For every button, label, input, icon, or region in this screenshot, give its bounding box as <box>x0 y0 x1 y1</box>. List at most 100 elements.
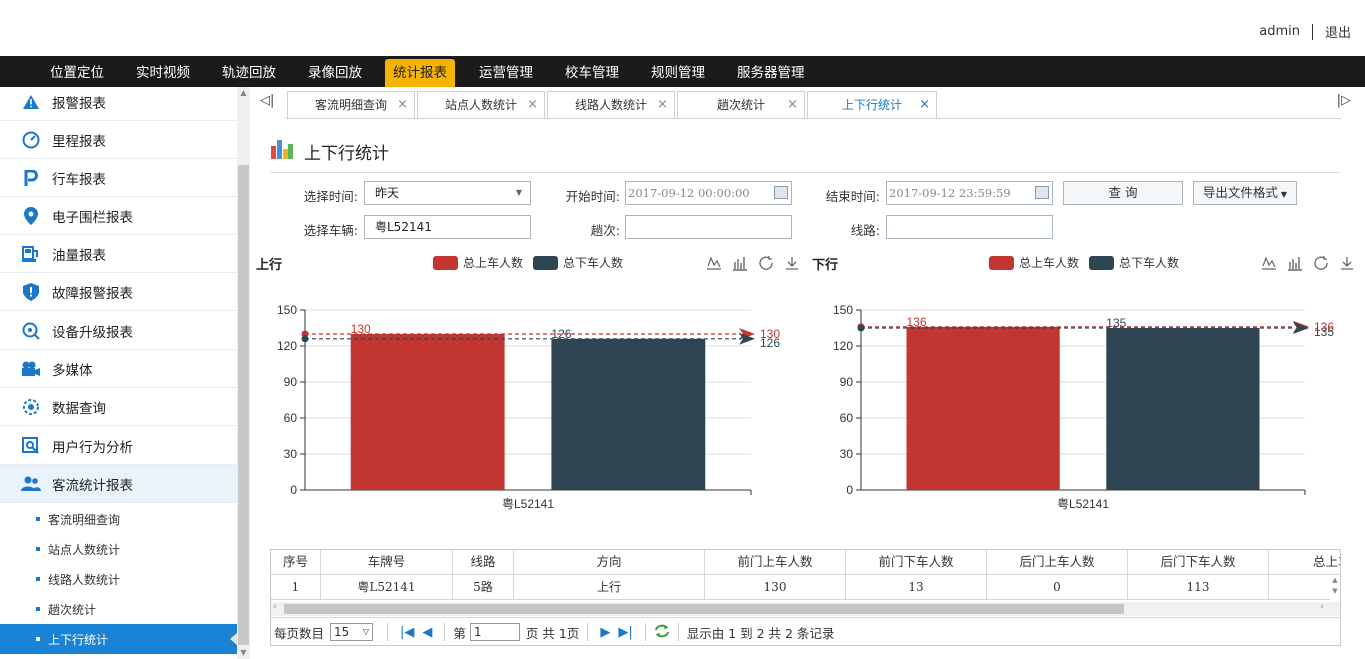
close-icon[interactable]: × <box>787 92 798 118</box>
line-chart-icon[interactable] <box>1261 255 1277 271</box>
sidebar-item-passenger-flow-report[interactable]: 客流统计报表 <box>0 465 237 503</box>
bar-chart-switch-icon[interactable] <box>1287 255 1303 271</box>
sidebar-item-fuel-report[interactable]: 油量报表 <box>0 235 237 273</box>
end-time-label: 结束时间: <box>825 189 880 204</box>
sidebar-item-multimedia[interactable]: 多媒体 <box>0 350 237 388</box>
col-header[interactable]: 后门上车人数 <box>987 550 1128 575</box>
vehicle-input[interactable]: 粤L52141 <box>364 215 531 239</box>
shield-alert-icon <box>20 282 42 302</box>
divider <box>677 623 679 641</box>
sidebar-item-user-behavior[interactable]: 用户行为分析 <box>0 427 237 465</box>
scroll-up-arrow[interactable]: ▲ <box>237 87 250 99</box>
start-time-input[interactable]: 2017-09-12 00:00:00 <box>625 181 792 205</box>
scroll-down-arrow[interactable]: ▼ <box>237 647 250 659</box>
nav-live-video[interactable]: 实时视频 <box>128 59 198 87</box>
page-size-select[interactable]: 15 ▽ <box>330 623 374 641</box>
col-header[interactable]: 前门下车人数 <box>846 550 987 575</box>
sidebar-item-label: 油量报表 <box>52 247 106 264</box>
sidebar-subitem-passenger-detail[interactable]: 客流明细查询 <box>0 504 237 534</box>
time-select[interactable]: 昨天 ▼ <box>364 181 531 205</box>
col-header[interactable]: 序号 <box>271 550 321 575</box>
sidebar-item-fault-alarm-report[interactable]: 故障报警报表 <box>0 273 237 311</box>
tab-station-count[interactable]: 站点人数统计 × <box>417 91 545 119</box>
close-icon[interactable]: × <box>919 92 930 118</box>
nav-statistics[interactable]: 统计报表 <box>385 59 455 87</box>
nav-location[interactable]: 位置定位 <box>42 59 112 87</box>
data-label: 126 <box>551 327 571 341</box>
scroll-left-arrow[interactable]: ‹ <box>273 602 277 612</box>
bar-chart-switch-icon[interactable] <box>732 255 748 271</box>
table-row[interactable]: 1 粤L52141 5路 上行 130 13 0 113 ▲ ▼ <box>271 575 1340 600</box>
close-icon[interactable]: × <box>527 92 538 118</box>
trip-input[interactable] <box>625 215 792 239</box>
route-input[interactable] <box>886 215 1053 239</box>
scrollbar-thumb[interactable] <box>238 165 249 645</box>
download-icon[interactable] <box>1339 255 1355 271</box>
tab-bar: ◁| 客流明细查询 × 站点人数统计 × 线路人数统计 × 趟次统计 × 上下行统计 × … <box>250 87 1365 119</box>
refresh-icon[interactable] <box>654 624 670 641</box>
col-header[interactable]: 后门下车人数 <box>1128 550 1269 575</box>
sidebar-item-geofence-report[interactable]: 电子围栏报表 <box>0 197 237 235</box>
sidebar-subitem-station-count[interactable]: 站点人数统计 <box>0 534 237 564</box>
col-header[interactable]: 车牌号 <box>321 550 453 575</box>
chart-up-toolbox <box>706 255 800 271</box>
close-icon[interactable]: × <box>397 92 408 118</box>
page-title-text: 上下行统计 <box>304 143 389 164</box>
username-link[interactable]: admin <box>1259 24 1300 39</box>
divider <box>444 623 446 641</box>
sidebar-item-label: 电子围栏报表 <box>52 209 133 226</box>
close-icon[interactable]: × <box>657 92 668 118</box>
sidebar-item-label: 多媒体 <box>52 362 93 379</box>
tab-scroll-right-icon[interactable]: |▷ <box>1337 93 1351 108</box>
logout-link[interactable]: 退出 <box>1325 22 1351 41</box>
nav-recording-playback[interactable]: 录像回放 <box>300 59 370 87</box>
nav-servers[interactable]: 服务器管理 <box>729 59 813 87</box>
chart-up-legend[interactable]: 总上车人数 总下车人数 <box>433 254 623 271</box>
calendar-icon[interactable] <box>1035 186 1049 199</box>
nav-operations[interactable]: 运营管理 <box>471 59 541 87</box>
download-icon[interactable] <box>784 255 800 271</box>
col-header[interactable]: 前门上车人数 <box>705 550 846 575</box>
line-chart-icon[interactable] <box>706 255 722 271</box>
sidebar-item-data-query[interactable]: 数据查询 <box>0 388 237 426</box>
last-page-icon[interactable]: ▶| <box>618 625 632 640</box>
end-time-input[interactable]: 2017-09-12 23:59:59 <box>886 181 1053 205</box>
tab-scroll-left-icon[interactable]: ◁| <box>260 93 274 108</box>
sidebar-subitem-trip-count[interactable]: 趟次统计 <box>0 594 237 624</box>
sidebar-item-mileage-report[interactable]: 里程报表 <box>0 121 237 159</box>
refresh-icon[interactable] <box>758 255 774 271</box>
col-header[interactable]: 总上车人数 <box>1269 550 1340 575</box>
col-header[interactable]: 方向 <box>514 550 705 575</box>
nav-rules[interactable]: 规则管理 <box>643 59 713 87</box>
table-vscroll[interactable]: ▲ ▼ <box>1330 575 1340 600</box>
tab-route-count[interactable]: 线路人数统计 × <box>547 91 675 119</box>
export-format-button[interactable]: 导出文件格式 ▼ <box>1193 181 1297 205</box>
nav-track-playback[interactable]: 轨迹回放 <box>214 59 284 87</box>
tab-passenger-detail[interactable]: 客流明细查询 × <box>287 91 415 119</box>
sidebar-scrollbar[interactable]: ▲ ▼ <box>237 87 250 659</box>
prev-page-icon[interactable]: ◀ <box>422 625 432 640</box>
sidebar-item-alarm-report[interactable]: 报警报表 <box>0 87 237 121</box>
scrollbar-thumb[interactable] <box>284 604 1124 614</box>
tab-up-down-stats[interactable]: 上下行统计 × <box>807 91 937 119</box>
calendar-icon[interactable] <box>774 186 788 199</box>
sidebar-subitem-route-count[interactable]: 线路人数统计 <box>0 564 237 594</box>
first-page-icon[interactable]: |◀ <box>400 625 414 640</box>
tab-trip-count[interactable]: 趟次统计 × <box>677 91 805 119</box>
nav-school-bus[interactable]: 校车管理 <box>557 59 627 87</box>
table-hscroll[interactable]: ‹ › <box>271 602 1340 616</box>
page-number-input[interactable]: 1 <box>469 623 520 641</box>
page-prefix: 第 <box>453 625 466 641</box>
sidebar-item-driving-report[interactable]: 行车报表 <box>0 159 237 197</box>
chart-down-legend[interactable]: 总上车人数 总下车人数 <box>989 254 1179 271</box>
sidebar-item-device-upgrade-report[interactable]: 设备升级报表 <box>0 312 237 350</box>
bar-boarding <box>906 326 1060 490</box>
col-header[interactable]: 线路 <box>453 550 514 575</box>
scroll-right-arrow[interactable]: › <box>1320 602 1324 612</box>
sidebar-subitem-up-down-stats[interactable]: 上下行统计 <box>0 624 237 654</box>
refresh-icon[interactable] <box>1313 255 1329 271</box>
table-cell: 130 <box>705 575 846 600</box>
query-button[interactable]: 查 询 <box>1063 181 1183 205</box>
x-tick-label: 粤L52141 <box>502 496 554 511</box>
next-page-icon[interactable]: ▶ <box>600 625 610 640</box>
